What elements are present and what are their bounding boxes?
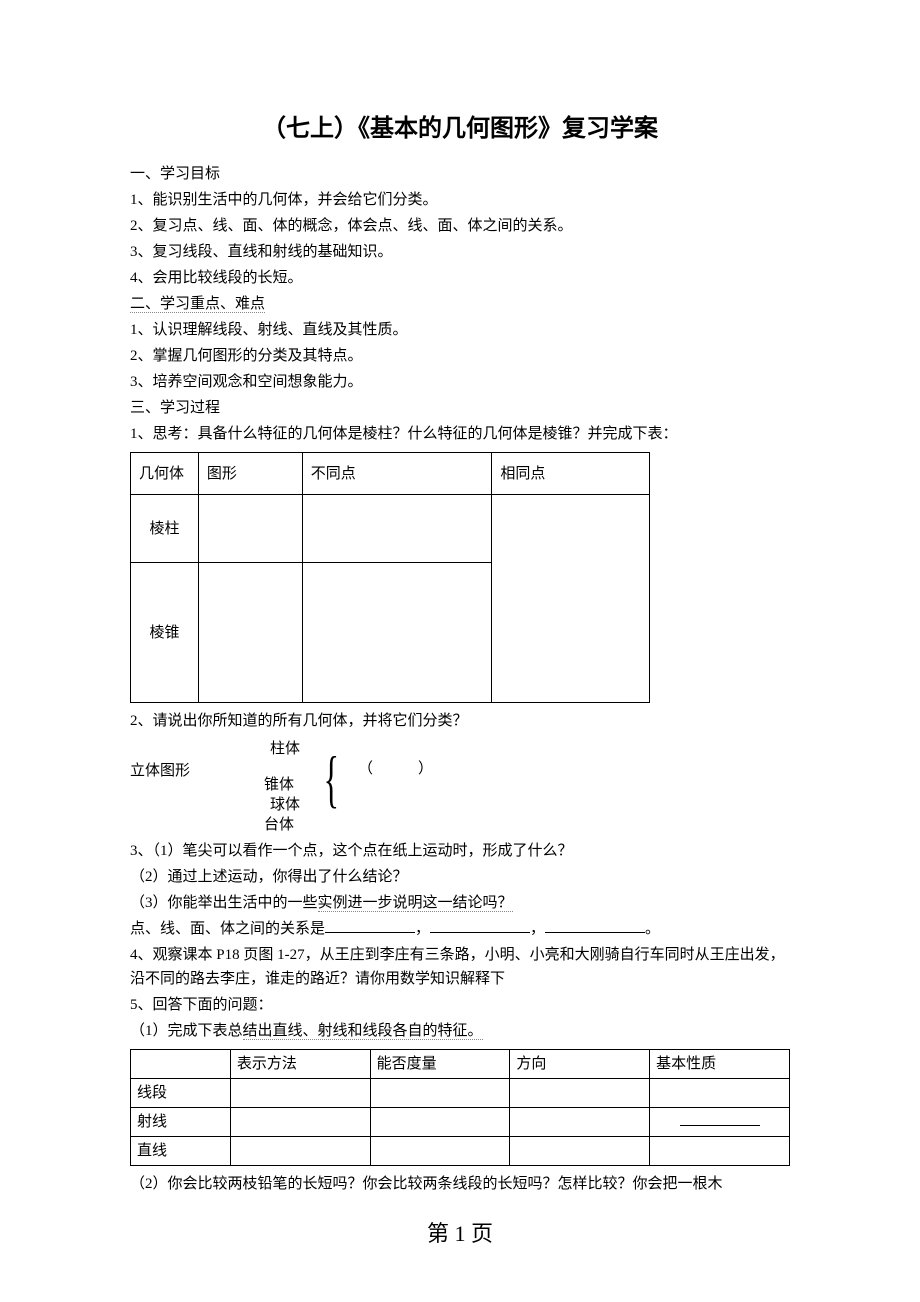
- t2-h2: 能否度量: [370, 1050, 510, 1079]
- question-5h: 5、回答下面的问题：: [130, 993, 790, 1017]
- q3c-mid2: 明这一结论吗？: [408, 895, 513, 912]
- section-heading-2: 二、学习重点、难点: [130, 292, 790, 316]
- t2-r3-c4: [650, 1137, 790, 1166]
- goal-item-2: 2、复习点、线、面、体的概念，体会点、线、面、体之间的关系。: [130, 214, 790, 238]
- section-heading-2-text: 二、学习重点、难点: [130, 296, 265, 313]
- page-footer: 第 1 页: [130, 1216, 790, 1251]
- t2-r1-c2: [370, 1079, 510, 1108]
- t1-r2-c1: [198, 563, 302, 703]
- diag-blank: （ ）: [358, 757, 433, 781]
- question-5b: （2）你会比较两枝铅笔的长短吗？你会比较两条线段的长短吗？怎样比较？你会把一根木: [130, 1172, 790, 1196]
- t2-r1-c4: [650, 1079, 790, 1108]
- t2-h4: 基本性质: [650, 1050, 790, 1079]
- blank-1: [325, 919, 415, 933]
- t2-h3: 方向: [510, 1050, 650, 1079]
- t1-same-cell: [492, 495, 650, 703]
- t2-r3-label: 直线: [131, 1137, 231, 1166]
- q3c-mid: 实例进一步说: [318, 895, 408, 912]
- t1-h3: 相同点: [492, 453, 650, 495]
- q3d-sep1: ，: [415, 921, 430, 937]
- question-3c: （3）你能举出生活中的一些实例进一步说明这一结论吗？: [130, 891, 790, 915]
- t2-h0: [131, 1050, 231, 1079]
- t2-r3-c2: [370, 1137, 510, 1166]
- goal-item-4: 4、会用比较线段的长短。: [130, 266, 790, 290]
- focus-item-3: 3、培养空间观念和空间想象能力。: [130, 370, 790, 394]
- diag-zhuti: 柱体: [270, 737, 300, 761]
- question-4: 4、观察课本 P18 页图 1-27，从王庄到李庄有三条路，小明、小亮和大刚骑自…: [130, 943, 790, 991]
- brace-icon: {: [324, 747, 339, 811]
- q3d-sep2: ，: [530, 921, 545, 937]
- q5a-mid: 结出直线、射线和线段各自的特征。: [243, 1023, 483, 1040]
- t2-r3-c3: [510, 1137, 650, 1166]
- diag-taiti: 台体: [264, 813, 294, 837]
- t1-h0: 几何体: [131, 453, 199, 495]
- t1-r1-c1: [198, 495, 302, 563]
- t1-r1-c2: [302, 495, 492, 563]
- q3d-pre: 点、线、面、体之间的关系是: [130, 921, 325, 937]
- question-2: 2、请说出你所知道的所有几何体，并将它们分类？: [130, 709, 790, 733]
- q3d-end: 。: [645, 921, 660, 937]
- q3c-pre: （3）你能举出生活中的一些: [130, 895, 318, 911]
- t2-r2-c2: [370, 1108, 510, 1137]
- section-heading-1: 一、学习目标: [130, 162, 790, 186]
- goal-item-3: 3、复习线段、直线和射线的基础知识。: [130, 240, 790, 264]
- page-title: （七上）《基本的几何图形》复习学案: [130, 110, 790, 148]
- blank-2: [430, 919, 530, 933]
- t2-r2-blank: [680, 1112, 760, 1126]
- t1-r2-c2: [302, 563, 492, 703]
- question-5a: （1）完成下表总结出直线、射线和线段各自的特征。: [130, 1019, 790, 1043]
- t2-r1-c3: [510, 1079, 650, 1108]
- blank-3: [545, 919, 645, 933]
- t1-h1: 图形: [198, 453, 302, 495]
- t2-r2-label: 射线: [131, 1108, 231, 1137]
- classification-diagram: 柱体 立体图形 锥体 { （ ） 球体 台体: [130, 737, 790, 837]
- question-3a: 3、（1）笔尖可以看作一个点，这个点在纸上运动时，形成了什么？: [130, 839, 790, 863]
- question-3b: （2）通过上述运动，你得出了什么结论？: [130, 865, 790, 889]
- t1-r2-label: 棱锥: [131, 563, 199, 703]
- question-1: 1、思考：具备什么特征的几何体是棱柱？什么特征的几何体是棱锥？并完成下表：: [130, 422, 790, 446]
- table-prism-pyramid: 几何体 图形 不同点 相同点 棱柱 棱锥: [130, 452, 650, 703]
- t1-h2: 不同点: [302, 453, 492, 495]
- question-3d: 点、线、面、体之间的关系是 ， ， 。: [130, 917, 790, 941]
- focus-item-1: 1、认识理解线段、射线、直线及其性质。: [130, 318, 790, 342]
- focus-item-2: 2、掌握几何图形的分类及其特点。: [130, 344, 790, 368]
- t2-r2-c4: [650, 1108, 790, 1137]
- table-line-types: 表示方法 能否度量 方向 基本性质 线段 射线 直线: [130, 1049, 790, 1166]
- t2-r2-c1: [230, 1108, 370, 1137]
- section-heading-3: 三、学习过程: [130, 396, 790, 420]
- q5a-pre: （1）完成下表总: [130, 1023, 243, 1039]
- t2-h1: 表示方法: [230, 1050, 370, 1079]
- t2-r3-c1: [230, 1137, 370, 1166]
- t2-r2-c3: [510, 1108, 650, 1137]
- t2-r1-label: 线段: [131, 1079, 231, 1108]
- goal-item-1: 1、能识别生活中的几何体，并会给它们分类。: [130, 188, 790, 212]
- t1-r1-label: 棱柱: [131, 495, 199, 563]
- diag-root: 立体图形: [130, 759, 190, 783]
- t2-r1-c1: [230, 1079, 370, 1108]
